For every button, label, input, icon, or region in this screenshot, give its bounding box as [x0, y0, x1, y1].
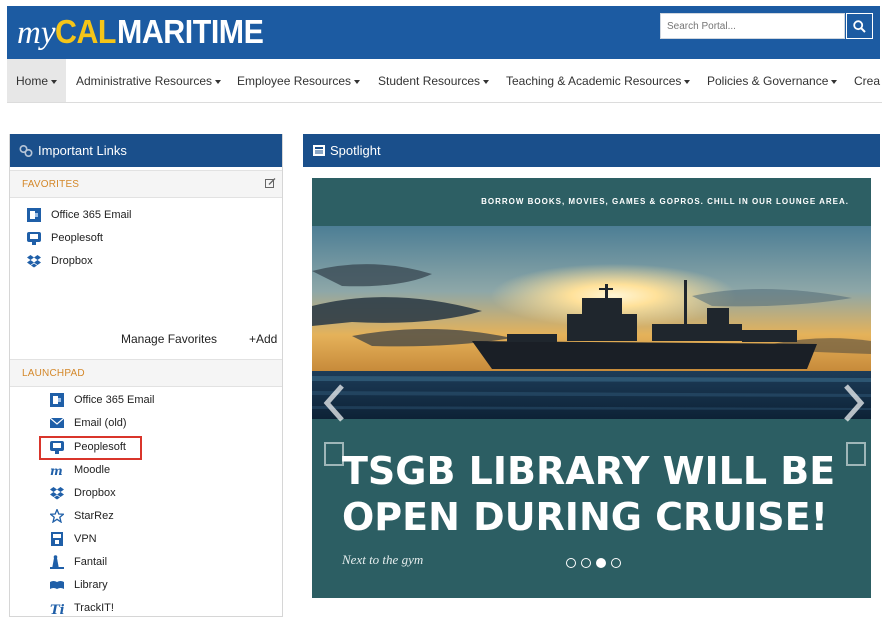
nav-employee-resources[interactable]: Employee Resources [237, 59, 361, 102]
dropbox-icon [50, 487, 64, 500]
edit-icon[interactable] [265, 178, 276, 189]
slide-tagline: BORROW BOOKS, MOVIES, GAMES & GOPROS. CH… [481, 197, 849, 206]
trackit-icon: Ti [50, 603, 64, 615]
favorite-label: Peoplesoft [51, 232, 103, 244]
peoplesoft-icon [27, 232, 41, 245]
slide-headline: TSGB LIBRARY WILL BE OPEN DURING CRUISE! [342, 448, 852, 540]
nav-label: Crea [854, 74, 881, 88]
moodle-icon: m [50, 464, 63, 477]
logo-maritime: MARITIME [116, 13, 264, 50]
important-links-header: Important Links [10, 134, 282, 167]
manage-favorites-link[interactable]: Manage Favorites [121, 332, 217, 346]
launchpad-header: LAUNCHPAD [10, 359, 282, 387]
carousel-dot-3[interactable] [596, 558, 606, 568]
launchpad-label: Email (old) [74, 417, 127, 429]
fantail-icon [50, 555, 64, 569]
carousel-indicators [566, 558, 621, 568]
carousel-prev-arrow[interactable] [322, 383, 346, 423]
svg-text:m: m [50, 464, 63, 477]
launchpad-label: Dropbox [74, 487, 116, 499]
important-links-title: Important Links [38, 143, 127, 158]
logo-my: my [17, 15, 56, 51]
headline-line-2: OPEN DURING CRUISE! [342, 495, 828, 539]
launchpad-label: Moodle [74, 464, 111, 476]
nav-label: Teaching & Academic Resources [506, 74, 682, 88]
star-icon [50, 509, 64, 523]
portal-logo[interactable]: my CAL MARITIME [17, 13, 276, 53]
headline-line-1: TSGB LIBRARY WILL BE [342, 449, 836, 493]
carousel-dot-4[interactable] [611, 558, 621, 568]
favorite-label: Office 365 Email [51, 209, 132, 221]
launchpad-label: Library [74, 579, 108, 591]
peoplesoft-highlight-box [39, 436, 142, 460]
caret-down-icon [684, 79, 691, 84]
ship-sunset-image [312, 226, 871, 419]
nav-crea[interactable]: Crea [854, 59, 881, 102]
nav-label: Student Resources [378, 74, 481, 88]
search-input[interactable] [660, 13, 845, 39]
caret-down-icon [51, 79, 58, 84]
book-icon [50, 581, 64, 589]
envelope-icon [50, 417, 64, 428]
caret-down-icon [483, 79, 490, 84]
launchpad-label: StarRez [74, 510, 114, 522]
svg-text:Ti: Ti [50, 603, 64, 615]
launchpad-label: Fantail [74, 556, 108, 568]
office365-icon [27, 208, 41, 222]
search-button[interactable] [846, 13, 873, 39]
caret-down-icon [354, 79, 361, 84]
carousel-dot-1[interactable] [566, 558, 576, 568]
link-icon [19, 144, 33, 158]
logo-cal: CAL [55, 13, 117, 50]
launchpad-label: VPN [74, 533, 97, 545]
nav-administrative-resources[interactable]: Administrative Resources [76, 59, 222, 102]
carousel-dot-2[interactable] [581, 558, 591, 568]
main-nav: Home Administrative Resources Employee R… [7, 59, 882, 103]
carousel-next-arrow[interactable] [842, 383, 866, 423]
launchpad-label: TrackIT! [74, 602, 114, 614]
dropbox-icon [27, 255, 41, 268]
launchpad-heading: LAUNCHPAD [22, 368, 85, 379]
portal-page: my CAL MARITIME Home Administrative Reso… [0, 0, 882, 617]
caret-down-icon [831, 79, 838, 84]
slide-top-banner: BORROW BOOKS, MOVIES, GAMES & GOPROS. CH… [312, 178, 871, 226]
nav-home[interactable]: Home [7, 59, 67, 102]
spotlight-header: Spotlight [303, 134, 880, 167]
caret-down-icon [215, 79, 222, 84]
important-links-panel: Important Links FAVORITES Office 365 Ema… [9, 134, 283, 617]
favorites-heading: FAVORITES [22, 179, 80, 190]
carousel-prev-box[interactable] [324, 442, 344, 466]
nav-policies-governance[interactable]: Policies & Governance [707, 59, 838, 102]
launchpad-label: Office 365 Email [74, 394, 155, 406]
nav-label: Employee Resources [237, 74, 352, 88]
nav-student-resources[interactable]: Student Resources [378, 59, 490, 102]
newspaper-icon [313, 145, 325, 156]
nav-teaching-academic-resources[interactable]: Teaching & Academic Resources [506, 59, 691, 102]
office365-icon [50, 393, 64, 407]
search-icon [853, 19, 866, 33]
nav-label: Policies & Governance [707, 74, 829, 88]
add-favorite-link[interactable]: +Add [249, 332, 277, 346]
favorites-header: FAVORITES [10, 170, 282, 198]
spotlight-carousel[interactable]: BORROW BOOKS, MOVIES, GAMES & GOPROS. CH… [312, 178, 871, 598]
slide-caption: Next to the gym [342, 552, 424, 567]
vpn-icon [51, 532, 63, 546]
favorite-label: Dropbox [51, 255, 93, 267]
nav-label: Home [16, 74, 49, 88]
nav-label: Administrative Resources [76, 74, 213, 88]
spotlight-title: Spotlight [330, 143, 381, 158]
